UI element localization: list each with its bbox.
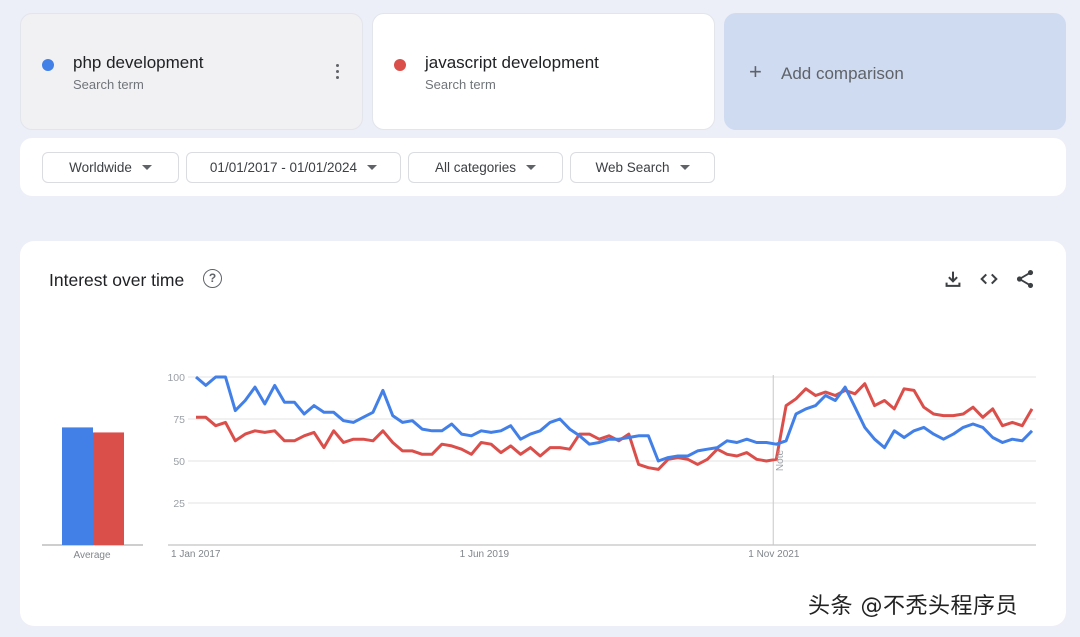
caret-down-icon bbox=[141, 165, 152, 170]
date-range-value: 01/01/2017 - 01/01/2024 bbox=[209, 160, 358, 175]
term-card-php[interactable]: php development Search term bbox=[20, 13, 363, 130]
term-name: php development bbox=[73, 53, 204, 72]
series-color-dot bbox=[394, 59, 406, 71]
search-type-value: Web Search bbox=[595, 160, 670, 175]
watermark: 头条 @不秃头程序员 bbox=[808, 594, 1018, 619]
help-icon[interactable]: ? bbox=[203, 269, 222, 288]
region-value: Worldwide bbox=[69, 160, 132, 175]
add-comparison-button[interactable]: + Add comparison bbox=[724, 13, 1066, 130]
share-icon[interactable] bbox=[1014, 268, 1036, 290]
download-icon[interactable] bbox=[942, 268, 964, 290]
term-name: javascript development bbox=[425, 53, 599, 72]
caret-down-icon bbox=[679, 165, 690, 170]
more-options-icon[interactable] bbox=[332, 64, 342, 82]
date-range-dropdown[interactable]: 01/01/2017 - 01/01/2024 bbox=[186, 152, 401, 183]
add-comparison-label: Add comparison bbox=[781, 64, 904, 83]
term-type-label: Search term bbox=[425, 77, 496, 92]
search-type-dropdown[interactable]: Web Search bbox=[570, 152, 715, 183]
filter-bar: Worldwide 01/01/2017 - 01/01/2024 All ca… bbox=[20, 138, 1066, 196]
panel-title: Interest over time bbox=[49, 270, 185, 290]
term-card-javascript[interactable]: javascript development Search term bbox=[372, 13, 715, 130]
embed-code-icon[interactable] bbox=[978, 268, 1000, 290]
plus-icon: + bbox=[749, 59, 762, 84]
term-type-label: Search term bbox=[73, 77, 144, 92]
series-color-dot bbox=[42, 59, 54, 71]
interest-over-time-panel: Interest over time ? bbox=[20, 241, 1066, 626]
caret-down-icon bbox=[367, 165, 378, 170]
caret-down-icon bbox=[526, 165, 537, 170]
category-dropdown[interactable]: All categories bbox=[408, 152, 563, 183]
category-value: All categories bbox=[434, 160, 517, 175]
region-dropdown[interactable]: Worldwide bbox=[42, 152, 179, 183]
